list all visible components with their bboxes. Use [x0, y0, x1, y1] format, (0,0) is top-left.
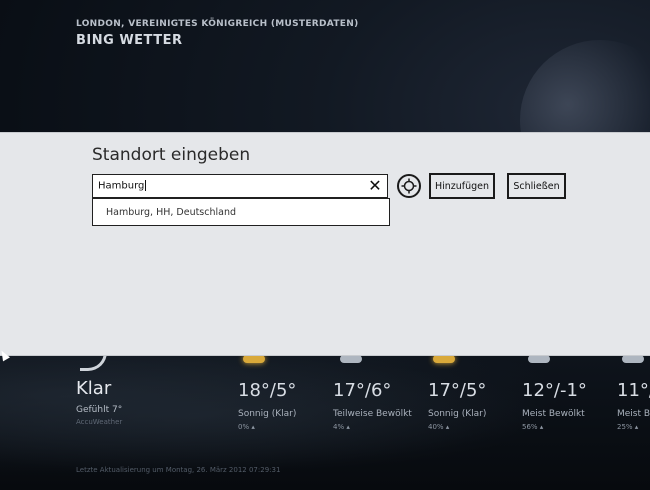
location-search-input[interactable]: Hamburg ✕ — [92, 174, 388, 198]
suggestion-list: Hamburg, HH, Deutschland — [92, 198, 390, 226]
forecast-temp: 11°/ — [617, 380, 650, 401]
forecast-day[interactable]: 18°/5° Sonnig (Klar) 0% ▴ — [238, 380, 333, 431]
forecast-day[interactable]: 17°/5° Sonnig (Klar) 40% ▴ — [428, 380, 523, 431]
data-source: AccuWeather — [76, 418, 123, 426]
search-value-text: Hamburg — [98, 180, 145, 192]
forecast-rain: 56% ▴ — [522, 423, 544, 431]
add-button[interactable]: Hinzufügen — [429, 173, 495, 199]
forecast-rain: 25% ▴ — [617, 423, 639, 431]
feels-like: Gefühlt 7° — [76, 405, 123, 415]
current-conditions: Klar Gefühlt 7° AccuWeather — [76, 378, 122, 426]
forecast-temp: 17°/6° — [333, 380, 392, 401]
forecast-rain: 4% ▴ — [333, 423, 350, 431]
forecast-day[interactable]: 12°/-1° Meist Bewölkt 56% ▴ — [522, 380, 617, 431]
cloud-icon — [528, 355, 550, 363]
locate-me-icon[interactable] — [397, 174, 421, 198]
cloud-icon — [622, 355, 644, 363]
forecast-temp: 12°/-1° — [522, 380, 587, 401]
dialog-title: Standort eingeben — [92, 145, 251, 165]
text-caret — [145, 180, 147, 191]
forecast-day[interactable]: 11°/ Meist B 25% ▴ — [617, 380, 650, 431]
current-condition: Klar — [76, 378, 112, 399]
forecast-condition: Meist B — [617, 409, 650, 419]
forecast-condition: Sonnig (Klar) — [238, 409, 297, 419]
sun-icon — [433, 355, 455, 363]
last-update: Letzte Aktualisierung um Montag, 26. Mär… — [76, 466, 281, 474]
forecast-rain: 0% ▴ — [238, 423, 255, 431]
forecast-condition: Teilweise Bewölkt — [333, 409, 412, 419]
search-value[interactable]: Hamburg — [98, 180, 147, 192]
location-label: LONDON, VEREINIGTES KÖNIGREICH (MUSTERDA… — [76, 19, 359, 29]
sun-icon — [243, 355, 265, 363]
forecast-temp: 18°/5° — [238, 380, 297, 401]
location-dialog: Standort eingeben Hamburg ✕ Hamburg, HH,… — [0, 132, 650, 356]
cloud-icon — [340, 355, 362, 363]
suggestion-item[interactable]: Hamburg, HH, Deutschland — [106, 207, 236, 218]
clear-icon[interactable]: ✕ — [368, 178, 382, 194]
forecast-day[interactable]: 17°/6° Teilweise Bewölkt 4% ▴ — [333, 380, 428, 431]
close-button[interactable]: Schließen — [507, 173, 566, 199]
forecast-condition: Meist Bewölkt — [522, 409, 585, 419]
forecast-temp: 17°/5° — [428, 380, 487, 401]
app-title: BING WETTER — [76, 33, 183, 48]
forecast-condition: Sonnig (Klar) — [428, 409, 487, 419]
forecast-rain: 40% ▴ — [428, 423, 450, 431]
